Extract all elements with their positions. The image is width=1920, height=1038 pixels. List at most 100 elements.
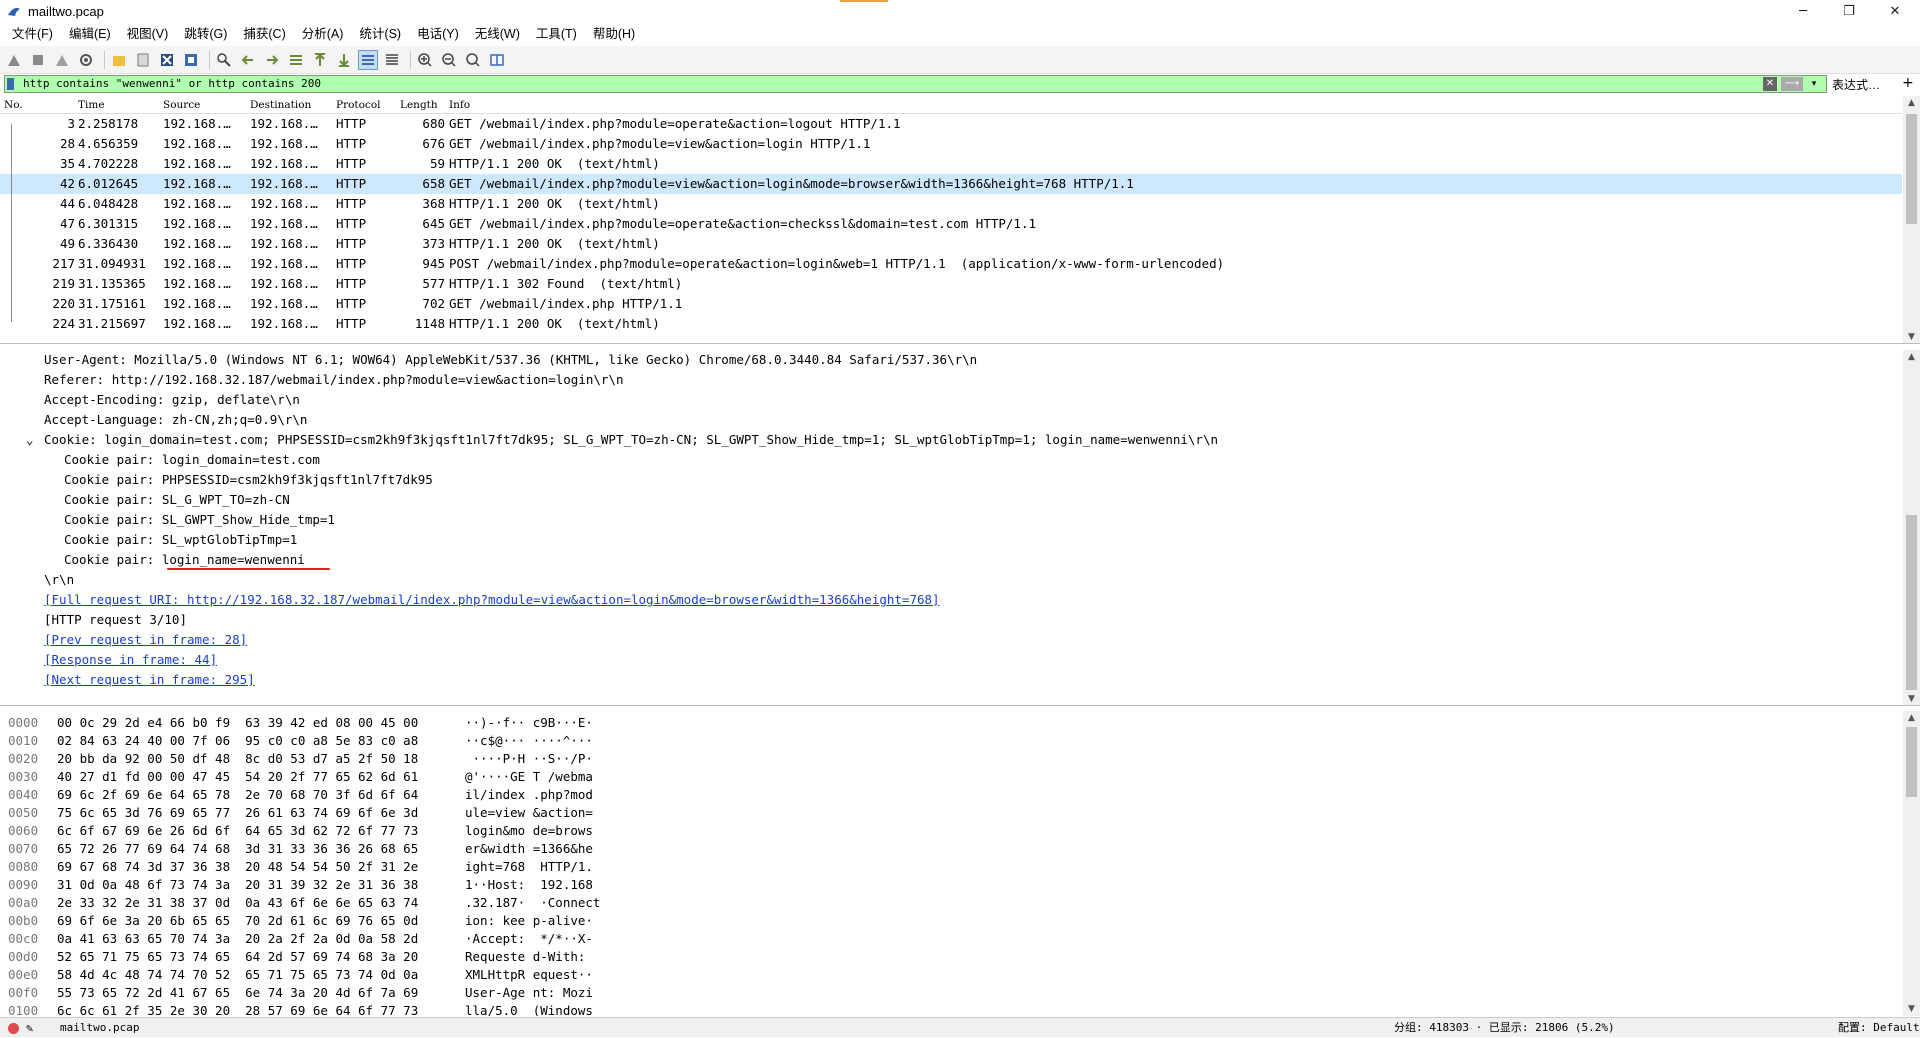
menu-telephony[interactable]: 电话(Y)	[409, 22, 467, 46]
packet-row[interactable]: 49 6.336430 192.168.… 192.168.… HTTP 373 HTTP/…	[0, 234, 1902, 254]
packet-list-scrollbar[interactable]: ▲ ▼	[1903, 96, 1920, 343]
scroll-down-arrow-icon[interactable]: ▼	[1903, 692, 1920, 705]
display-filter-input[interactable]: http contains "wenwenni" or http contain…	[4, 75, 1827, 93]
filter-bookmark-icon[interactable]	[7, 78, 14, 90]
close-file-icon[interactable]	[157, 50, 177, 70]
scroll-down-arrow-icon[interactable]: ▼	[1903, 330, 1920, 343]
next-request-link[interactable]: [Next request in frame: 295]	[44, 670, 255, 690]
byte-row[interactable]: 0020 20 bb da 92 00 50 df 48 8c d0 53 d7 …	[0, 750, 1900, 768]
colorize-icon[interactable]	[382, 50, 402, 70]
packet-row[interactable]: 44 6.048428 192.168.… 192.168.… HTTP 368 HTTP/…	[0, 194, 1902, 214]
resize-columns-icon[interactable]	[487, 50, 507, 70]
menu-file[interactable]: 文件(F)	[4, 22, 61, 46]
column-protocol[interactable]: Protocol	[336, 99, 381, 111]
prev-request-link[interactable]: [Prev request in frame: 28]	[44, 630, 247, 650]
find-packet-icon[interactable]	[214, 50, 234, 70]
packet-row[interactable]: 220 31.175161 192.168.… 192.168.… HTTP 702 GET…	[0, 294, 1902, 314]
go-back-icon[interactable]	[238, 50, 258, 70]
detail-accept-encoding[interactable]: Accept-Encoding: gzip, deflate\r\n	[44, 390, 300, 410]
byte-row[interactable]: 0000 00 0c 29 2d e4 66 b0 f9 63 39 42 ed …	[0, 714, 1900, 732]
close-button[interactable]: ✕	[1872, 0, 1918, 22]
cookie-pair[interactable]: Cookie pair: SL_wptGlobTipTmp=1	[64, 530, 297, 550]
byte-row[interactable]: 0040 69 6c 2f 69 6e 64 65 78 2e 70 68 70 …	[0, 786, 1900, 804]
reload-file-icon[interactable]	[181, 50, 201, 70]
packet-row[interactable]: 28 4.656359 192.168.… 192.168.… HTTP 676 GET /…	[0, 134, 1902, 154]
menu-edit[interactable]: 编辑(E)	[61, 22, 119, 46]
scroll-up-arrow-icon[interactable]: ▲	[1903, 711, 1920, 725]
details-scrollbar[interactable]: ▲ ▼	[1903, 350, 1920, 705]
menu-analyze[interactable]: 分析(A)	[294, 22, 352, 46]
bytes-scrollbar[interactable]: ▲ ▼	[1903, 711, 1920, 1016]
cookie-pair[interactable]: Cookie pair: login_domain=test.com	[64, 450, 320, 470]
menu-capture[interactable]: 捕获(C)	[235, 22, 293, 46]
byte-row[interactable]: 0050 75 6c 65 3d 76 69 65 77 26 61 63 74 …	[0, 804, 1900, 822]
scroll-up-arrow-icon[interactable]: ▲	[1903, 350, 1920, 364]
byte-row[interactable]: 00b0 69 6f 6e 3a 20 6b 65 65 70 2d 61 6c …	[0, 912, 1900, 930]
byte-row[interactable]: 00f0 55 73 65 72 2d 41 67 65 6e 74 3a 20 …	[0, 984, 1900, 1002]
detail-cookie[interactable]: Cookie: login_domain=test.com; PHPSESSID…	[44, 430, 1218, 450]
menu-statistics[interactable]: 统计(S)	[351, 22, 409, 46]
detail-user-agent[interactable]: User-Agent: Mozilla/5.0 (Windows NT 6.1;…	[44, 350, 977, 370]
zoom-out-icon[interactable]	[439, 50, 459, 70]
expression-button[interactable]: 表达式…	[1832, 76, 1880, 93]
restart-capture-icon[interactable]	[52, 50, 72, 70]
go-to-packet-icon[interactable]	[286, 50, 306, 70]
capture-options-icon[interactable]	[76, 50, 96, 70]
scroll-up-arrow-icon[interactable]: ▲	[1903, 96, 1920, 110]
scroll-thumb[interactable]	[1906, 114, 1917, 224]
zoom-in-icon[interactable]	[415, 50, 435, 70]
byte-row[interactable]: 0070 65 72 26 77 69 64 74 68 3d 31 33 36 …	[0, 840, 1900, 858]
last-packet-icon[interactable]	[334, 50, 354, 70]
packet-row[interactable]: 224 31.215697 192.168.… 192.168.… HTTP 1148 HT…	[0, 314, 1902, 334]
byte-row[interactable]: 0100 6c 6c 61 2f 35 2e 30 20 28 57 69 6e …	[0, 1002, 1900, 1016]
minimize-button[interactable]: ─	[1780, 0, 1826, 22]
byte-row[interactable]: 0090 31 0d 0a 48 6f 73 74 3a 20 31 39 32 …	[0, 876, 1900, 894]
cookie-pair[interactable]: Cookie pair: PHPSESSID=csm2kh9f3kjqsft1n…	[64, 470, 433, 490]
menu-go[interactable]: 跳转(G)	[176, 22, 235, 46]
packet-row-partial[interactable]	[0, 334, 1902, 343]
byte-row[interactable]: 0060 6c 6f 67 69 6e 26 6d 6f 64 65 3d 62 …	[0, 822, 1900, 840]
packet-row[interactable]: 35 4.702228 192.168.… 192.168.… HTTP 59 HTTP/1…	[0, 154, 1902, 174]
cookie-pair[interactable]: Cookie pair: SL_GWPT_Show_Hide_tmp=1	[64, 510, 335, 530]
add-filter-button[interactable]: +	[1902, 75, 1914, 91]
packet-row[interactable]: 42 6.012645 192.168.… 192.168.… HTTP 658 GET /…	[0, 174, 1902, 194]
column-info[interactable]: Info	[449, 99, 470, 111]
packet-row[interactable]: 47 6.301315 192.168.… 192.168.… HTTP 645 GET /…	[0, 214, 1902, 234]
byte-row[interactable]: 00a0 2e 33 32 2e 31 38 37 0d 0a 43 6f 6e …	[0, 894, 1900, 912]
scroll-thumb[interactable]	[1906, 515, 1917, 690]
stop-capture-icon[interactable]	[28, 50, 48, 70]
detail-referer[interactable]: Referer: http://192.168.32.187/webmail/i…	[44, 370, 623, 390]
column-time[interactable]: Time	[78, 99, 105, 111]
byte-row[interactable]: 0030 40 27 d1 fd 00 00 47 45 54 20 2f 77 …	[0, 768, 1900, 786]
response-link[interactable]: [Response in frame: 44]	[44, 650, 217, 670]
expert-info-icon[interactable]	[8, 1023, 19, 1034]
byte-row[interactable]: 00d0 52 65 71 75 65 73 74 65 64 2d 57 69 …	[0, 948, 1900, 966]
status-profile[interactable]: 配置: Default	[1838, 1018, 1920, 1038]
edit-comment-icon[interactable]: ✎	[26, 1018, 33, 1038]
clear-filter-button[interactable]: ✕	[1763, 77, 1777, 91]
menu-wireless[interactable]: 无线(W)	[467, 22, 528, 46]
menu-tools[interactable]: 工具(T)	[528, 22, 585, 46]
scroll-thumb[interactable]	[1906, 727, 1917, 797]
zoom-reset-icon[interactable]	[463, 50, 483, 70]
column-source[interactable]: Source	[163, 99, 200, 111]
filter-history-dropdown[interactable]: ▾	[1807, 77, 1821, 91]
menu-view[interactable]: 视图(V)	[119, 22, 177, 46]
byte-row[interactable]: 00c0 0a 41 63 63 65 70 74 3a 20 2a 2f 2a …	[0, 930, 1900, 948]
menu-help[interactable]: 帮助(H)	[585, 22, 643, 46]
save-file-icon[interactable]	[133, 50, 153, 70]
packet-row[interactable]: 217 31.094931 192.168.… 192.168.… HTTP 945 POS…	[0, 254, 1902, 274]
packet-row[interactable]: 3 2.258178 192.168.… 192.168.… HTTP 680 GET /w…	[0, 114, 1902, 134]
column-destination[interactable]: Destination	[250, 99, 311, 111]
autoscroll-icon[interactable]	[358, 49, 378, 70]
cookie-pair[interactable]: Cookie pair: SL_G_WPT_TO=zh-CN	[64, 490, 290, 510]
column-length[interactable]: Length	[400, 99, 438, 111]
restore-button[interactable]: ❐	[1826, 0, 1872, 22]
full-request-uri-link[interactable]: [Full request URI: http://192.168.32.187…	[44, 590, 940, 610]
detail-accept-language[interactable]: Accept-Language: zh-CN,zh;q=0.9\r\n	[44, 410, 307, 430]
packet-row[interactable]: 219 31.135365 192.168.… 192.168.… HTTP 577 HTT…	[0, 274, 1902, 294]
expand-chevron-down-icon[interactable]: ⌄	[26, 430, 34, 450]
detail-http-request[interactable]: [HTTP request 3/10]	[44, 610, 187, 630]
column-no[interactable]: No.	[4, 99, 23, 111]
byte-row[interactable]: 0080 69 67 68 74 3d 37 36 38 20 48 54 54 …	[0, 858, 1900, 876]
